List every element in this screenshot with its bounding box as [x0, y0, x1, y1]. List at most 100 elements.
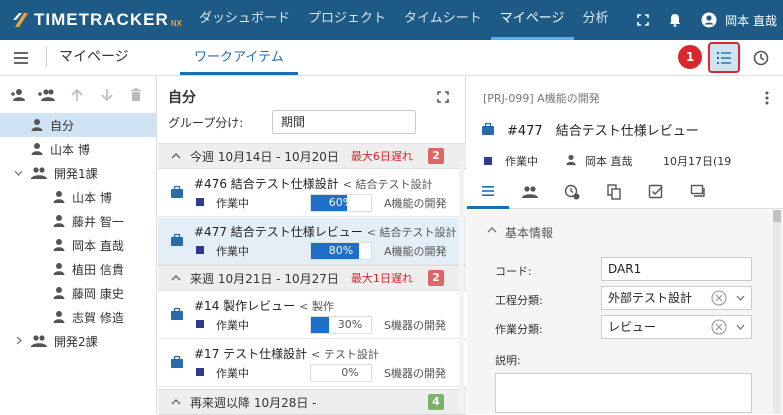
- tab-checklist[interactable]: [635, 175, 677, 209]
- progress-label: 0%: [341, 366, 359, 379]
- task-type-select[interactable]: レビュー: [601, 315, 752, 339]
- detail-assignee[interactable]: 岡本 直哉: [585, 153, 633, 169]
- detail-status[interactable]: 作業中: [505, 153, 538, 169]
- page-title: マイページ: [46, 47, 129, 67]
- chevron-down-icon[interactable]: [736, 295, 745, 301]
- group-header-label: 今週 10月14日 - 10月20日: [190, 149, 339, 164]
- briefcase-icon: [171, 307, 183, 320]
- detail-date[interactable]: 10月17日(19: [663, 153, 731, 169]
- nav-project[interactable]: プロジェクト: [299, 0, 395, 40]
- tree-item-dev2[interactable]: 開発2課: [0, 329, 156, 353]
- more-vert-icon[interactable]: [765, 91, 769, 105]
- nav-mypage[interactable]: マイページ: [490, 0, 574, 40]
- project-breadcrumb[interactable]: [PRJ-099] A機能の開発: [483, 90, 600, 106]
- status-indicator: [196, 198, 204, 206]
- progress-bar: 60%: [310, 194, 372, 212]
- tab-copy[interactable]: [593, 175, 635, 209]
- status-text: 作業中: [216, 367, 249, 380]
- tab-work-item[interactable]: ワークアイテム: [180, 40, 298, 75]
- list-scrollbar[interactable]: [459, 161, 464, 414]
- group-icon: [31, 167, 47, 179]
- bell-icon[interactable]: [665, 10, 685, 30]
- work-item-card[interactable]: #476 結合テスト仕様設計 < 結合テスト設計 作業中 60% A機能の開発: [158, 170, 466, 217]
- tree-item-label: 藤井 智一: [72, 214, 124, 229]
- clear-icon[interactable]: [711, 290, 727, 306]
- tab-members[interactable]: [509, 175, 551, 209]
- work-item-card[interactable]: #17 テスト仕様設計 < テスト設計 作業中 0% S機器の開発: [158, 340, 466, 387]
- group-header-this-week[interactable]: 今週 10月14日 - 10月20日 最大6日遅れ 2: [158, 143, 466, 169]
- chevron-right-icon[interactable]: [16, 336, 22, 345]
- chevron-down-icon[interactable]: [14, 170, 23, 176]
- work-item-card[interactable]: #14 製作レビュー < 製作 作業中 30% S機器の開発: [158, 292, 466, 339]
- person-clock-icon: [564, 184, 580, 200]
- tree-item-yamamoto-dev1[interactable]: 山本 博: [0, 185, 156, 209]
- project-name: A機能の開発: [384, 197, 447, 210]
- group-count-badge: 2: [428, 270, 444, 286]
- group-by-label: グループ分け:: [168, 116, 244, 130]
- tree-item-fujioka[interactable]: 藤岡 康史: [0, 281, 156, 305]
- tree-item-dev1[interactable]: 開発1課: [0, 161, 156, 185]
- nav-timesheet[interactable]: タイムシート: [395, 0, 491, 40]
- app-logo[interactable]: TIMETRACKER NX: [12, 9, 182, 31]
- detail-scrollbar[interactable]: [773, 210, 781, 414]
- person-icon: [31, 119, 43, 131]
- person-icon: [53, 215, 65, 227]
- nav-dashboard[interactable]: ダッシュボード: [190, 0, 299, 40]
- person-icon: [53, 263, 65, 275]
- group-header-next-week[interactable]: 来週 10月21日 - 10月27日 最大1日遅れ 2: [158, 265, 466, 291]
- tree-item-okamoto[interactable]: 岡本 直哉: [0, 233, 156, 257]
- detail-scrollbar-thumb[interactable]: [773, 210, 781, 222]
- clear-icon[interactable]: [711, 319, 727, 335]
- tree-item-self[interactable]: 自分: [0, 113, 156, 137]
- list-title: 自分: [168, 90, 196, 106]
- tab-details[interactable]: [467, 175, 509, 209]
- group-header-later[interactable]: 再来週以降 10月28日 - 4: [158, 389, 466, 415]
- tree-item-fujii[interactable]: 藤井 智一: [0, 209, 156, 233]
- detail-body: 基本情報 コード: DAR1 工程分類: 外部テスト設計 作業分類: レビュー …: [467, 210, 783, 414]
- progress-label: 60%: [328, 196, 354, 209]
- add-user-icon[interactable]: [8, 84, 28, 106]
- tree-item-yamamoto[interactable]: 山本 博: [0, 137, 156, 161]
- process-select[interactable]: 外部テスト設計: [601, 286, 752, 310]
- tree-item-shiga[interactable]: 志賀 修造: [0, 305, 156, 329]
- list-view-button[interactable]: [708, 42, 740, 73]
- list-icon: [717, 51, 731, 64]
- delay-warning: 最大1日遅れ: [350, 272, 413, 285]
- logo-text: TIMETRACKER: [34, 10, 169, 29]
- progress-bar: 30%: [310, 316, 372, 334]
- description-field[interactable]: [495, 373, 752, 413]
- card-title: #476 結合テスト仕様設計 < 結合テスト設計: [194, 177, 433, 191]
- fullscreen-icon[interactable]: [633, 10, 653, 30]
- chevron-up-icon: [171, 399, 181, 405]
- code-field[interactable]: DAR1: [601, 257, 752, 281]
- tab-time[interactable]: [551, 175, 593, 209]
- chevron-up-icon[interactable]: [487, 227, 497, 233]
- delete-icon[interactable]: [126, 84, 146, 106]
- move-up-icon[interactable]: [67, 84, 87, 106]
- menu-icon[interactable]: [14, 52, 28, 64]
- user-name[interactable]: 岡本 直哉: [725, 12, 777, 29]
- person-icon: [566, 154, 576, 166]
- status-indicator: [484, 157, 492, 165]
- group-icon: [31, 335, 47, 347]
- move-down-icon[interactable]: [97, 84, 117, 106]
- chevron-down-icon[interactable]: [736, 324, 745, 330]
- project-name: S機器の開発: [384, 367, 446, 380]
- expand-icon[interactable]: [437, 91, 449, 103]
- field-label-task-type: 作業分類:: [495, 323, 543, 336]
- nav-analysis[interactable]: 分析: [574, 0, 618, 40]
- section-basic-info[interactable]: 基本情報: [505, 224, 553, 241]
- parent-task: < テスト設計: [311, 348, 379, 361]
- history-icon[interactable]: [752, 49, 770, 67]
- add-group-icon[interactable]: [38, 84, 58, 106]
- person-icon: [53, 311, 65, 323]
- person-icon: [53, 239, 65, 251]
- group-by-select[interactable]: 期間: [272, 110, 416, 134]
- parent-task: < 製作: [299, 300, 334, 313]
- tree-item-ueda[interactable]: 植田 信貴: [0, 257, 156, 281]
- tab-comments[interactable]: [677, 175, 719, 209]
- work-item-card-selected[interactable]: #477 結合テスト仕様レビュー < 結合テスト設計 作業中 80% A機能の開発: [158, 218, 466, 265]
- tree-item-label: 藤岡 康史: [72, 286, 124, 301]
- chevron-up-icon: [171, 153, 181, 159]
- account-icon[interactable]: [699, 10, 719, 30]
